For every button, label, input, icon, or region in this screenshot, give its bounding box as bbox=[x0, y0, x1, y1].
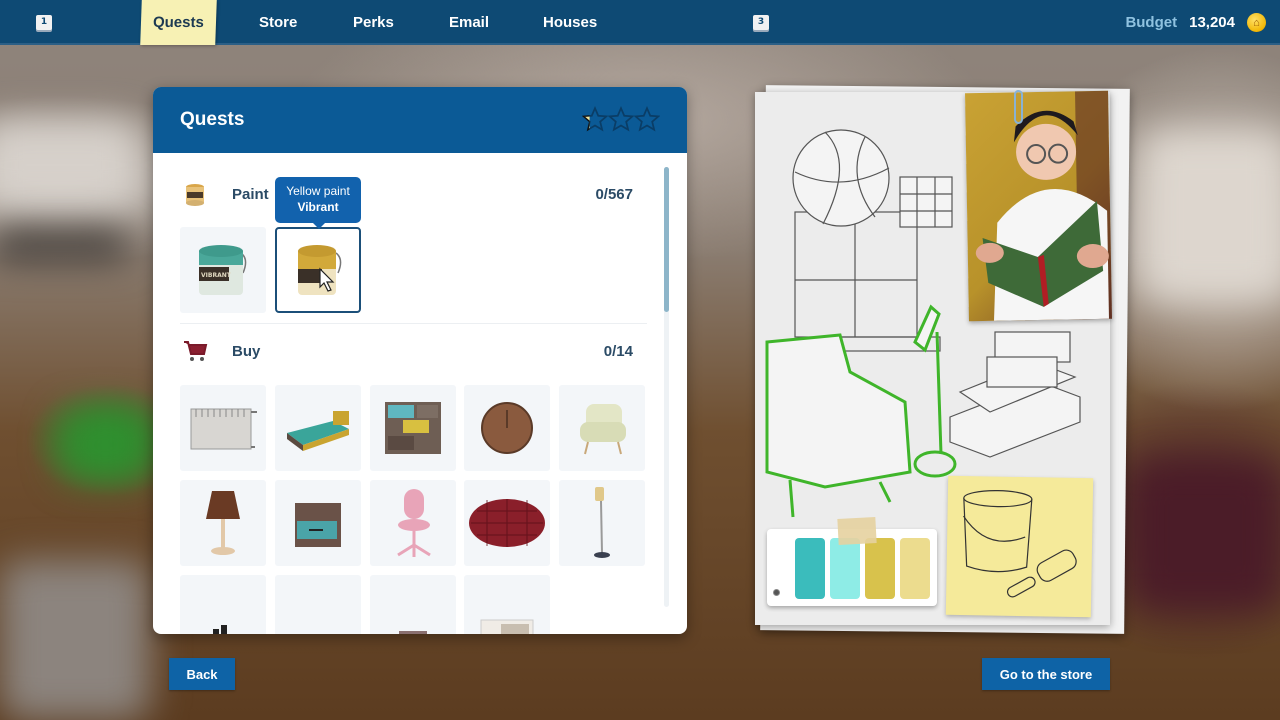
picture-icon bbox=[399, 631, 427, 634]
buy-item-round-rug[interactable] bbox=[464, 480, 550, 566]
section-paint-header: Paint 0/567 bbox=[180, 174, 633, 214]
swatch-hole-icon bbox=[773, 589, 780, 596]
sketch-floor-lamp-highlighted-icon bbox=[913, 304, 957, 478]
section-buy-count: 0/14 bbox=[603, 342, 633, 360]
armchair-icon bbox=[580, 404, 626, 455]
sketch-cube-icon bbox=[899, 176, 953, 228]
top-nav-bar: 1 Quests Store Perks Email Houses 3 Budg… bbox=[0, 0, 1280, 45]
nightstand-icon bbox=[295, 503, 341, 547]
sketch-books-icon bbox=[949, 331, 1081, 458]
buy-item-floor-lamp[interactable] bbox=[559, 480, 645, 566]
buy-item-armchair[interactable] bbox=[559, 385, 645, 471]
buy-item-13[interactable] bbox=[370, 575, 456, 634]
section-paint-count: 0/567 bbox=[595, 185, 633, 203]
paint-bucket-roller-sketch-icon bbox=[963, 489, 1077, 598]
go-to-store-button[interactable]: Go to the store bbox=[982, 658, 1110, 690]
buy-item-bed[interactable] bbox=[275, 385, 361, 471]
sketch-window-icon bbox=[794, 211, 941, 352]
buy-item-radiator[interactable] bbox=[180, 385, 266, 471]
item-tooltip: Yellow paint Vibrant bbox=[275, 177, 361, 229]
floor-lamp-icon bbox=[594, 487, 610, 558]
scrollbar[interactable] bbox=[664, 167, 669, 607]
rug-icon bbox=[469, 499, 545, 547]
panel-title: Quests bbox=[180, 109, 245, 130]
next-tab-key-hint: 3 bbox=[753, 15, 769, 30]
swatch-teal bbox=[795, 538, 825, 599]
swatch-pale-yellow bbox=[900, 538, 930, 599]
buy-item-12[interactable] bbox=[275, 575, 361, 634]
buy-item-office-chair[interactable] bbox=[370, 480, 456, 566]
star-icon-empty bbox=[608, 105, 634, 132]
section-paint-label: Paint bbox=[232, 185, 269, 203]
clock-icon bbox=[481, 402, 533, 454]
background-blur bbox=[60, 410, 150, 480]
paint-item-yellow-selected[interactable] bbox=[275, 227, 361, 313]
dresser-icon bbox=[385, 402, 441, 454]
sketch-basketball-icon bbox=[792, 129, 890, 227]
tab-houses[interactable]: Houses bbox=[543, 0, 597, 45]
section-buy-header: Buy 0/14 bbox=[180, 331, 633, 371]
bed-icon bbox=[287, 411, 349, 451]
radiator-icon bbox=[190, 408, 257, 450]
paint-bucket-teal-icon: VIBRANT bbox=[199, 245, 247, 295]
dark-item-icon bbox=[213, 625, 227, 634]
office-chair-icon bbox=[397, 489, 431, 557]
tab-quests[interactable]: Quests bbox=[140, 0, 217, 45]
star-rating bbox=[582, 102, 660, 136]
tab-email[interactable]: Email bbox=[449, 0, 489, 45]
star-icon-empty bbox=[634, 105, 660, 132]
shopping-cart-icon bbox=[180, 336, 210, 366]
svg-text:VIBRANT: VIBRANT bbox=[201, 272, 232, 279]
section-buy-label: Buy bbox=[232, 342, 261, 360]
character-reading-icon bbox=[975, 90, 1112, 321]
tab-store[interactable]: Store bbox=[259, 0, 297, 45]
paint-bucket-icon bbox=[180, 179, 210, 209]
character-photo bbox=[965, 90, 1112, 322]
background-blur bbox=[0, 120, 140, 210]
budget-value: 13,204 bbox=[1189, 14, 1235, 31]
buy-item-14[interactable] bbox=[464, 575, 550, 634]
sketch-armchair-highlighted-icon bbox=[765, 333, 912, 518]
house-coin-icon: ⌂ bbox=[1247, 13, 1266, 32]
paperclip-icon bbox=[1014, 90, 1023, 124]
table-lamp-icon bbox=[206, 491, 240, 555]
background-blur bbox=[0, 230, 130, 260]
panel-header: Quests bbox=[153, 87, 687, 153]
swatch-mustard bbox=[865, 538, 895, 599]
tooltip-title: Yellow paint bbox=[286, 184, 350, 198]
paint-bucket-yellow-icon bbox=[298, 245, 342, 295]
background-blur bbox=[0, 560, 150, 720]
buy-item-dresser[interactable] bbox=[370, 385, 456, 471]
prev-tab-key-hint: 1 bbox=[36, 15, 52, 30]
star-icon-partial bbox=[582, 105, 608, 132]
buy-item-table-lamp[interactable] bbox=[180, 480, 266, 566]
background-blur bbox=[1140, 130, 1280, 300]
desk-icon bbox=[480, 619, 534, 634]
tooltip-subtitle: Vibrant bbox=[297, 200, 339, 214]
scrollbar-thumb[interactable] bbox=[664, 167, 669, 312]
quest-list: Paint 0/567 VIBRANT Yellow paint Vibrant… bbox=[153, 153, 687, 634]
buy-item-wall-clock[interactable] bbox=[464, 385, 550, 471]
section-divider bbox=[180, 323, 647, 324]
buy-item-nightstand[interactable] bbox=[275, 480, 361, 566]
back-button[interactable]: Back bbox=[169, 658, 235, 690]
buy-item-11[interactable] bbox=[180, 575, 266, 634]
quests-panel: Quests Paint 0/567 VIBRANT Yellow paint … bbox=[153, 87, 687, 634]
budget-label: Budget bbox=[1125, 14, 1178, 31]
tape-strip bbox=[837, 517, 877, 545]
paint-item-teal[interactable]: VIBRANT bbox=[180, 227, 266, 313]
swatch-light-cyan bbox=[830, 538, 860, 599]
tab-perks[interactable]: Perks bbox=[353, 0, 394, 45]
budget-display: Budget 13,204 ⌂ bbox=[1125, 0, 1266, 45]
sticky-note-paint bbox=[945, 475, 1094, 618]
background-blur bbox=[1130, 460, 1280, 610]
